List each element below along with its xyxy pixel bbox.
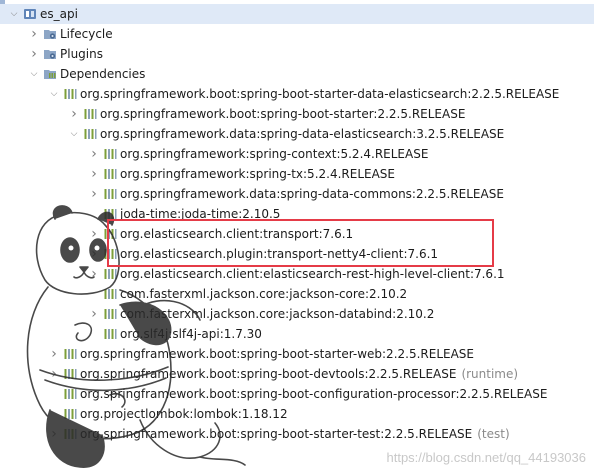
chevron-down-icon[interactable]: [68, 124, 80, 144]
chevron-right-icon[interactable]: [28, 24, 40, 44]
tree-node-label: org.springframework.data:spring-data-ela…: [100, 127, 505, 141]
library-icon: [103, 287, 117, 301]
library-icon: [103, 327, 117, 341]
library-icon: [83, 107, 97, 121]
library-icon: [63, 87, 77, 101]
tree-node-label: org.springframework.boot:spring-boot-sta…: [80, 87, 560, 101]
tree-node[interactable]: org.projectlombok:lombok:1.18.12: [0, 404, 594, 424]
library-icon: [63, 407, 77, 421]
tree-node-label: com.fasterxml.jackson.core:jackson-core:…: [120, 287, 408, 301]
tree-node[interactable]: org.springframework.boot:spring-boot-dev…: [0, 364, 594, 384]
library-icon: [63, 367, 77, 381]
tree-node[interactable]: org.elasticsearch.plugin:transport-netty…: [0, 244, 594, 264]
tree-node[interactable]: es_api: [0, 4, 594, 24]
chevron-right-icon[interactable]: [48, 364, 60, 384]
tree-node[interactable]: org.springframework.data:spring-data-ela…: [0, 124, 594, 144]
tree-node[interactable]: org.springframework.boot:spring-boot-sta…: [0, 84, 594, 104]
library-icon: [63, 347, 77, 361]
library-icon: [63, 387, 77, 401]
chevron-right-icon[interactable]: [88, 144, 100, 164]
tree-node-label: org.springframework.boot:spring-boot-sta…: [80, 347, 474, 361]
project-module-icon: [23, 7, 37, 21]
tree-node[interactable]: org.springframework.boot:spring-boot-sta…: [0, 104, 594, 124]
tree-node[interactable]: com.fasterxml.jackson.core:jackson-core:…: [0, 284, 594, 304]
tree-node[interactable]: org.elasticsearch.client:elasticsearch-r…: [0, 264, 594, 284]
tree-node[interactable]: org.elasticsearch.client:transport:7.6.1: [0, 224, 594, 244]
tree-node[interactable]: org.slf4j:slf4j-api:1.7.30: [0, 324, 594, 344]
dependency-scope: (runtime): [461, 367, 519, 381]
chevron-right-icon[interactable]: [68, 104, 80, 124]
library-icon: [103, 307, 117, 321]
tree-node[interactable]: Plugins: [0, 44, 594, 64]
tree-node-label: org.elasticsearch.plugin:transport-netty…: [120, 247, 439, 261]
chevron-right-icon[interactable]: [88, 224, 100, 244]
tree-node-label: org.elasticsearch.client:transport:7.6.1: [120, 227, 354, 241]
tree-node[interactable]: org.springframework:spring-context:5.2.4…: [0, 144, 594, 164]
chevron-right-icon[interactable]: [88, 244, 100, 264]
tree-node-label: org.elasticsearch.client:elasticsearch-r…: [120, 267, 505, 281]
tree-node[interactable]: org.springframework.boot:spring-boot-con…: [0, 384, 594, 404]
tree-node[interactable]: com.fasterxml.jackson.core:jackson-datab…: [0, 304, 594, 324]
tree-node-label: com.fasterxml.jackson.core:jackson-datab…: [120, 307, 435, 321]
folder-library-icon: [43, 67, 57, 81]
library-icon: [83, 127, 97, 141]
chevron-down-icon[interactable]: [8, 4, 20, 24]
library-icon: [103, 247, 117, 261]
tree-node-label: org.springframework.boot:spring-boot-con…: [80, 387, 548, 401]
tree-node-label: org.slf4j:slf4j-api:1.7.30: [120, 327, 262, 341]
chevron-right-icon[interactable]: [28, 44, 40, 64]
maven-project-tree: es_api Lifecycle Plugins Dependencies org.sp…: [0, 0, 594, 475]
tree-node[interactable]: org.springframework.data:spring-data-com…: [0, 184, 594, 204]
library-icon: [103, 167, 117, 181]
tree-node-label: es_api: [40, 7, 78, 21]
tree-node-label: joda-time:joda-time:2.10.5: [120, 207, 281, 221]
tree-node-label: Plugins: [60, 47, 103, 61]
tree-node[interactable]: org.springframework.boot:spring-boot-sta…: [0, 344, 594, 364]
tree-node[interactable]: joda-time:joda-time:2.10.5: [0, 204, 594, 224]
chevron-right-icon[interactable]: [88, 184, 100, 204]
chevron-right-icon[interactable]: [48, 424, 60, 444]
library-icon: [103, 147, 117, 161]
folder-gear-icon: [43, 47, 57, 61]
chevron-right-icon[interactable]: [88, 164, 100, 184]
chevron-right-icon[interactable]: [88, 304, 100, 324]
library-icon: [103, 207, 117, 221]
tree-node[interactable]: org.springframework:spring-tx:5.2.4.RELE…: [0, 164, 594, 184]
folder-gear-icon: [43, 27, 57, 41]
chevron-right-icon[interactable]: [88, 264, 100, 284]
tree-node-label: org.springframework.boot:spring-boot-dev…: [80, 367, 457, 381]
chevron-right-icon[interactable]: [48, 344, 60, 364]
tree-node-label: org.springframework:spring-tx:5.2.4.RELE…: [120, 167, 396, 181]
library-icon: [103, 227, 117, 241]
tree-node-label: org.projectlombok:lombok:1.18.12: [80, 407, 288, 421]
library-icon: [63, 427, 77, 441]
watermark-text: https://blog.csdn.net/qq_44193036: [386, 450, 587, 465]
tree-node-label: Dependencies: [60, 67, 146, 81]
library-icon: [103, 267, 117, 281]
library-icon: [103, 187, 117, 201]
tree-node-label: org.springframework.data:spring-data-com…: [120, 187, 504, 201]
tree-node-label: org.springframework:spring-context:5.2.4…: [120, 147, 429, 161]
tree-node[interactable]: org.springframework.boot:spring-boot-sta…: [0, 424, 594, 444]
chevron-down-icon[interactable]: [28, 64, 40, 84]
tree-node-label: Lifecycle: [60, 27, 113, 41]
chevron-down-icon[interactable]: [48, 84, 60, 104]
tree-node[interactable]: Lifecycle: [0, 24, 594, 44]
tree-node[interactable]: Dependencies: [0, 64, 594, 84]
tree-node-label: org.springframework.boot:spring-boot-sta…: [80, 427, 473, 441]
dependency-scope: (test): [477, 427, 510, 441]
tree-node-label: org.springframework.boot:spring-boot-sta…: [100, 107, 466, 121]
